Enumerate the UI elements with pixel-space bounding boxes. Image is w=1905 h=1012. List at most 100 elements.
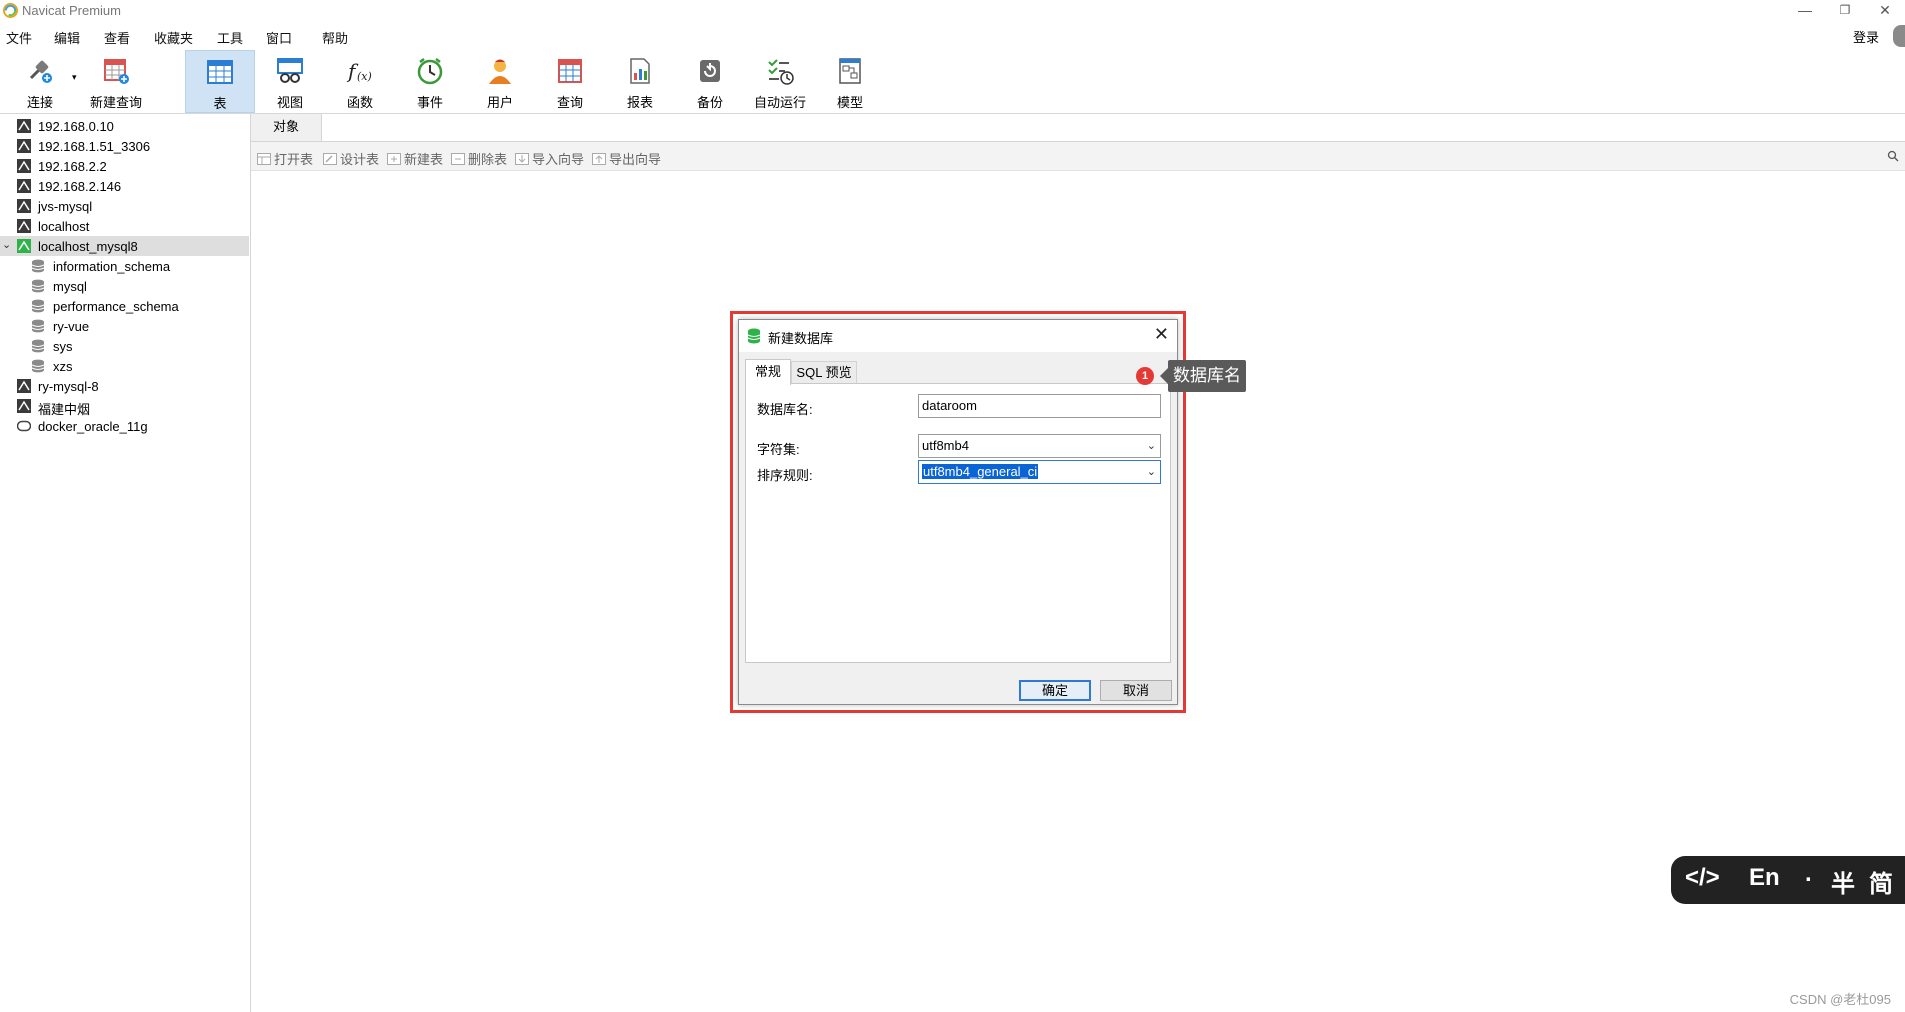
open-table-label: 打开表 (274, 152, 314, 167)
toolbar-table-button[interactable]: 表 (185, 50, 255, 113)
tree-item-connection[interactable]: localhost (0, 216, 249, 236)
collation-select[interactable]: utf8mb4_general_ci ⌄ (918, 460, 1161, 484)
design-table-icon (323, 153, 337, 165)
ok-button[interactable]: 确定 (1019, 680, 1091, 701)
tree-item-database[interactable]: mysql (0, 276, 249, 296)
toolbar-event-button[interactable]: 事件 (400, 50, 460, 113)
connect-dropdown-icon[interactable]: ▾ (72, 72, 77, 83)
annotation-badge: 1 (1136, 367, 1154, 385)
mysql-connection-icon (17, 179, 31, 193)
tab-sql-preview[interactable]: SQL 预览 (791, 361, 857, 383)
svg-text:(x): (x) (357, 70, 372, 83)
db-name-label: 数据库名: (757, 402, 813, 417)
design-table-button[interactable]: 设计表 (323, 149, 379, 168)
toolbar-label: 表 (213, 96, 227, 111)
tab-general[interactable]: 常规 (745, 359, 791, 385)
menu-view[interactable]: 查看 (104, 28, 130, 47)
dialog-title: 新建数据库 (768, 331, 834, 346)
delete-table-button[interactable]: 删除表 (451, 149, 507, 168)
mysql-connection-open-icon (17, 239, 31, 253)
tree-item-label: ry-mysql-8 (38, 379, 99, 394)
automation-icon (768, 59, 794, 85)
tree-item-connection[interactable]: 192.168.0.10 (0, 116, 249, 136)
user-avatar[interactable] (1893, 25, 1905, 47)
chevron-down-icon[interactable]: ⌄ (1147, 435, 1156, 457)
toolbar-view-button[interactable]: 视图 (260, 50, 320, 113)
chevron-down-icon[interactable]: ⌄ (1147, 461, 1156, 483)
navicat-logo-icon (3, 3, 18, 18)
tree-item-database[interactable]: xzs (0, 356, 249, 376)
mysql-connection-icon (17, 119, 31, 133)
object-tab-strip: 对象 (251, 114, 1905, 142)
tree-item-database[interactable]: information_schema (0, 256, 249, 276)
dialog-header: 新建数据库 ✕ (739, 320, 1177, 352)
login-link[interactable]: 登录 (1853, 27, 1879, 46)
tree-item-database[interactable]: sys (0, 336, 249, 356)
open-table-button[interactable]: 打开表 (257, 149, 313, 168)
database-icon (31, 359, 45, 373)
event-clock-icon (417, 58, 443, 85)
model-icon (839, 58, 861, 84)
restore-button[interactable]: ❐ (1825, 0, 1865, 22)
toolbar-new-query-button[interactable]: 新建查询 (86, 50, 146, 113)
tree-item-label: sys (53, 339, 73, 354)
view-icon (277, 58, 303, 83)
toolbar-user-button[interactable]: 用户 (470, 50, 530, 113)
toolbar-model-button[interactable]: 模型 (820, 50, 880, 113)
tree-item-connection[interactable]: docker_oracle_11g (0, 416, 249, 436)
tree-item-label: performance_schema (53, 299, 179, 314)
query-icon (558, 59, 582, 83)
menu-help[interactable]: 帮助 (322, 28, 348, 47)
tree-item-connection[interactable]: jvs-mysql (0, 196, 249, 216)
ime-code-icon[interactable]: </> (1685, 864, 1720, 892)
database-icon (31, 259, 45, 273)
minimize-button[interactable]: — (1785, 0, 1825, 22)
tree-item-connection[interactable]: ry-mysql-8 (0, 376, 249, 396)
object-toolbar: 打开表 设计表 新建表 删除表 导入向导 导出向导 (251, 142, 1905, 171)
menu-edit[interactable]: 编辑 (54, 28, 80, 47)
delete-table-label: 删除表 (468, 152, 508, 167)
ime-script-toggle[interactable]: 简 (1869, 864, 1893, 899)
menu-tools[interactable]: 工具 (217, 28, 243, 47)
tab-objects[interactable]: 对象 (251, 114, 322, 141)
toolbar-query-button[interactable]: 查询 (540, 50, 600, 113)
import-wizard-button[interactable]: 导入向导 (515, 149, 584, 168)
db-name-input[interactable]: dataroom (918, 394, 1161, 418)
mysql-connection-icon (17, 399, 31, 413)
cancel-button[interactable]: 取消 (1100, 680, 1172, 701)
ime-lang-toggle[interactable]: En (1749, 864, 1780, 892)
search-icon[interactable] (1887, 150, 1899, 162)
export-wizard-button[interactable]: 导出向导 (592, 149, 661, 168)
tree-item-connection-selected[interactable]: ⌄ localhost_mysql8 (0, 236, 249, 256)
toolbar-function-button[interactable]: f (x) 函数 (330, 50, 390, 113)
close-icon[interactable]: ✕ (1154, 324, 1169, 345)
tree-item-database[interactable]: ry-vue (0, 316, 249, 336)
report-icon (630, 58, 650, 84)
menu-file[interactable]: 文件 (6, 28, 32, 47)
close-window-button[interactable]: ✕ (1865, 0, 1905, 22)
new-table-button[interactable]: 新建表 (387, 149, 443, 168)
new-table-icon (387, 153, 401, 165)
toolbar-connect-button[interactable]: 连接 (10, 50, 70, 113)
tree-item-database[interactable]: performance_schema (0, 296, 249, 316)
open-table-icon (257, 153, 271, 165)
charset-select[interactable]: utf8mb4 ⌄ (918, 434, 1161, 458)
tree-item-connection[interactable]: 192.168.2.146 (0, 176, 249, 196)
tree-item-connection[interactable]: 192.168.1.51_3306 (0, 136, 249, 156)
tab-strip-empty (322, 114, 1905, 141)
tree-item-connection[interactable]: 192.168.2.2 (0, 156, 249, 176)
ime-punct-toggle[interactable]: . (1805, 860, 1812, 888)
ime-width-toggle[interactable]: 半 (1831, 864, 1855, 899)
menu-window[interactable]: 窗口 (266, 28, 292, 47)
database-icon (31, 339, 45, 353)
menu-favorites[interactable]: 收藏夹 (154, 28, 193, 47)
toolbar-backup-button[interactable]: 备份 (680, 50, 740, 113)
design-table-label: 设计表 (340, 152, 380, 167)
toolbar-automation-button[interactable]: 自动运行 (750, 50, 810, 113)
toolbar-label: 视图 (276, 95, 303, 110)
toolbar-report-button[interactable]: 报表 (610, 50, 670, 113)
tree-item-label: information_schema (53, 259, 171, 274)
tree-item-connection[interactable]: 福建中烟 (0, 396, 249, 417)
chevron-down-icon[interactable]: ⌄ (2, 238, 11, 251)
delete-table-icon (451, 153, 465, 165)
